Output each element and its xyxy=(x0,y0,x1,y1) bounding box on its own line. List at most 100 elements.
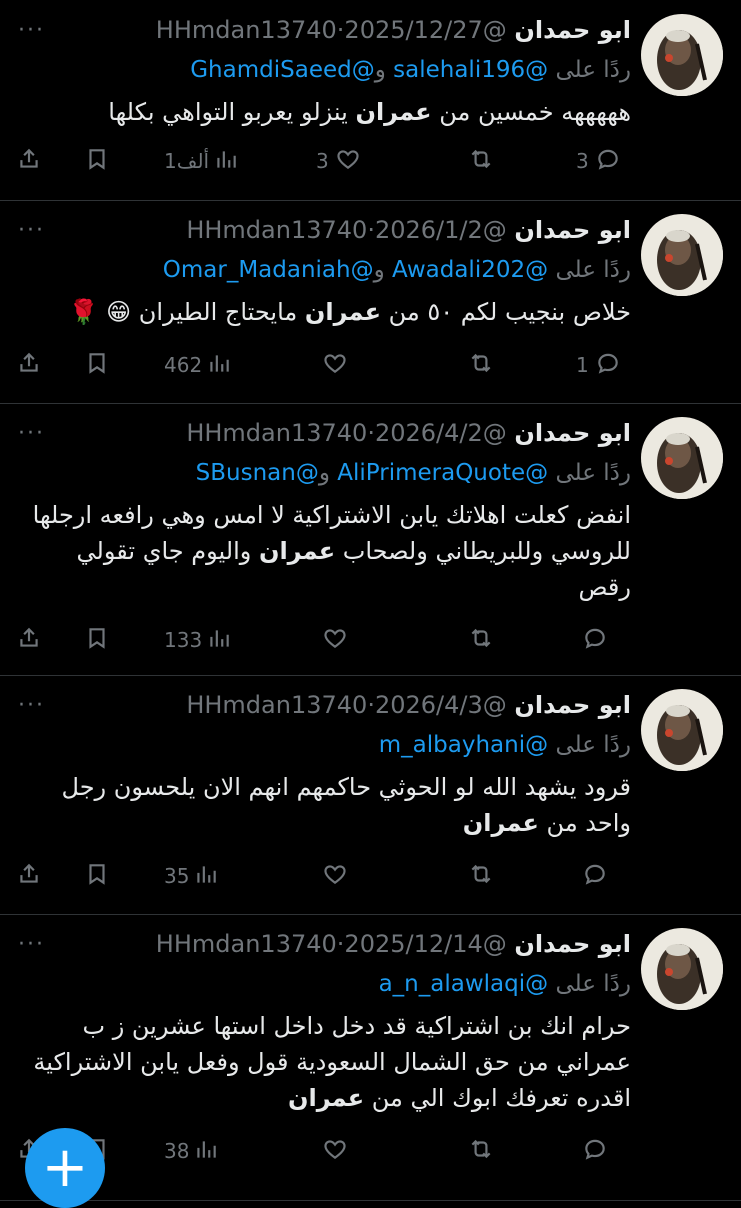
avatar[interactable] xyxy=(641,689,723,771)
compose-icon: + xyxy=(41,1135,89,1200)
retweet-button[interactable] xyxy=(468,146,494,176)
replying-to-label: ردًا على xyxy=(555,460,631,486)
tweet[interactable]: ابو حمدان @HHmdan13740·2025/12/14 ··· ردًا… xyxy=(0,914,741,1201)
share-button[interactable] xyxy=(16,350,42,380)
reply-button[interactable] xyxy=(576,625,608,655)
mention-link[interactable]: @SBusnan xyxy=(196,460,319,486)
display-name[interactable]: ابو حمدان xyxy=(514,16,631,44)
mention-link[interactable]: @salehali196 xyxy=(393,57,548,83)
like-button[interactable] xyxy=(316,625,348,655)
mention-link[interactable]: @Omar_Madaniah xyxy=(163,257,374,283)
retweet-button[interactable] xyxy=(468,1136,494,1166)
compose-button[interactable]: + xyxy=(25,1128,105,1208)
tweet[interactable]: ابو حمدان @HHmdan13740·2025/12/27 ··· ردًا… xyxy=(0,0,741,201)
tweet[interactable]: ابو حمدان @HHmdan13740·2026/1/2 ··· ردًا ع… xyxy=(0,200,741,404)
tweet-text-part: خلاص بنجيب لكم ٥٠ من xyxy=(381,298,631,326)
action-bar: 1ألف 3 3 xyxy=(16,146,631,176)
replying-to: ردًا على @a_n_alawlaqi xyxy=(379,968,631,1000)
replying-to: ردًا على @AliPrimeraQuote و@SBusnan xyxy=(196,457,631,489)
more-icon[interactable]: ··· xyxy=(18,421,45,446)
views-count: 35 xyxy=(164,864,190,888)
separator: · xyxy=(367,419,375,447)
display-name[interactable]: ابو حمدان xyxy=(514,930,631,958)
share-icon xyxy=(16,350,42,381)
share-button[interactable] xyxy=(16,146,42,176)
replying-to-label: ردًا على xyxy=(555,971,631,997)
views-icon xyxy=(206,350,232,381)
action-bar: 35 xyxy=(16,861,631,891)
avatar[interactable] xyxy=(641,928,723,1010)
tweet-text-bold: عمران xyxy=(462,809,539,837)
reply-icon xyxy=(582,625,608,656)
retweet-button[interactable] xyxy=(468,350,494,380)
bookmark-icon xyxy=(84,146,110,177)
bookmark-icon xyxy=(84,861,110,892)
tweet-text: هههههه خمسين من عمران ينزلو يعربو التواه… xyxy=(18,94,631,130)
mention-link[interactable]: @AliPrimeraQuote xyxy=(337,460,548,486)
action-bar: 462 1 xyxy=(16,350,631,380)
like-button[interactable] xyxy=(316,350,348,380)
share-icon xyxy=(16,146,42,177)
retweet-button[interactable] xyxy=(468,861,494,891)
bookmark-button[interactable] xyxy=(84,861,110,891)
bookmark-icon xyxy=(84,350,110,381)
retweet-button[interactable] xyxy=(468,625,494,655)
reply-icon xyxy=(595,350,621,381)
retweet-icon xyxy=(468,625,494,656)
avatar[interactable] xyxy=(641,417,723,499)
more-icon[interactable]: ··· xyxy=(18,218,45,243)
tweet-header: ابو حمدان @HHmdan13740·2026/4/3 xyxy=(186,689,631,721)
avatar[interactable] xyxy=(641,14,723,96)
display-name[interactable]: ابو حمدان xyxy=(514,216,631,244)
like-button[interactable]: 3 xyxy=(316,146,361,176)
share-icon xyxy=(16,625,42,656)
tweet-text-part: قرود يشهد الله لو الحوثي حاكمهم انهم الا… xyxy=(61,773,631,837)
views-count: 462 xyxy=(164,353,203,377)
and-text: و xyxy=(373,257,385,283)
mention-link[interactable]: @Awadali202 xyxy=(392,257,548,283)
bookmark-button[interactable] xyxy=(84,625,110,655)
replying-to-label: ردًا على xyxy=(555,57,631,83)
more-icon[interactable]: ··· xyxy=(18,932,45,957)
like-button[interactable] xyxy=(316,861,348,891)
bookmark-button[interactable] xyxy=(84,146,110,176)
display-name[interactable]: ابو حمدان xyxy=(514,691,631,719)
reply-count: 1 xyxy=(576,353,589,377)
reply-button[interactable] xyxy=(576,1136,608,1166)
more-icon[interactable]: ··· xyxy=(18,18,45,43)
tweet-date[interactable]: 2025/12/14 xyxy=(344,930,482,958)
tweet-date[interactable]: 2026/4/3 xyxy=(375,691,483,719)
mention-link[interactable]: @m_albayhani xyxy=(379,732,548,758)
mention-link[interactable]: @a_n_alawlaqi xyxy=(379,971,549,997)
tweet[interactable]: ابو حمدان @HHmdan13740·2026/4/3 ··· ردًا ع… xyxy=(0,675,741,915)
tweet-text-bold: عمران xyxy=(258,537,336,565)
views-button[interactable]: 35 xyxy=(164,861,219,891)
share-button[interactable] xyxy=(16,625,42,655)
tweet[interactable]: ابو حمدان @HHmdan13740·2026/4/2 ··· ردًا ع… xyxy=(0,403,741,676)
reply-button[interactable] xyxy=(576,861,608,891)
share-button[interactable] xyxy=(16,861,42,891)
like-icon xyxy=(322,1136,348,1167)
avatar[interactable] xyxy=(641,214,723,296)
views-button[interactable]: 1ألف xyxy=(164,146,239,176)
views-count: 38 xyxy=(164,1139,190,1163)
tweet-date[interactable]: 2026/1/2 xyxy=(375,216,483,244)
more-icon[interactable]: ··· xyxy=(18,693,45,718)
like-button[interactable] xyxy=(316,1136,348,1166)
reply-button[interactable]: 1 xyxy=(576,350,621,380)
tweet-date[interactable]: 2026/4/2 xyxy=(375,419,483,447)
display-name[interactable]: ابو حمدان xyxy=(514,419,631,447)
like-icon xyxy=(335,146,361,177)
views-button[interactable]: 462 xyxy=(164,350,232,380)
reply-button[interactable]: 3 xyxy=(576,146,621,176)
tweet-header: ابو حمدان @HHmdan13740·2026/1/2 xyxy=(186,214,631,246)
tweet-text: خلاص بنجيب لكم ٥٠ من عمران مايحتاج الطير… xyxy=(18,294,631,330)
tweet-date[interactable]: 2025/12/27 xyxy=(344,16,482,44)
bookmark-icon xyxy=(84,625,110,656)
separator: · xyxy=(367,691,375,719)
views-button[interactable]: 38 xyxy=(164,1136,219,1166)
bookmark-button[interactable] xyxy=(84,350,110,380)
mention-link[interactable]: @GhamdiSaeed xyxy=(190,57,374,83)
views-button[interactable]: 133 xyxy=(164,625,232,655)
like-icon xyxy=(322,350,348,381)
